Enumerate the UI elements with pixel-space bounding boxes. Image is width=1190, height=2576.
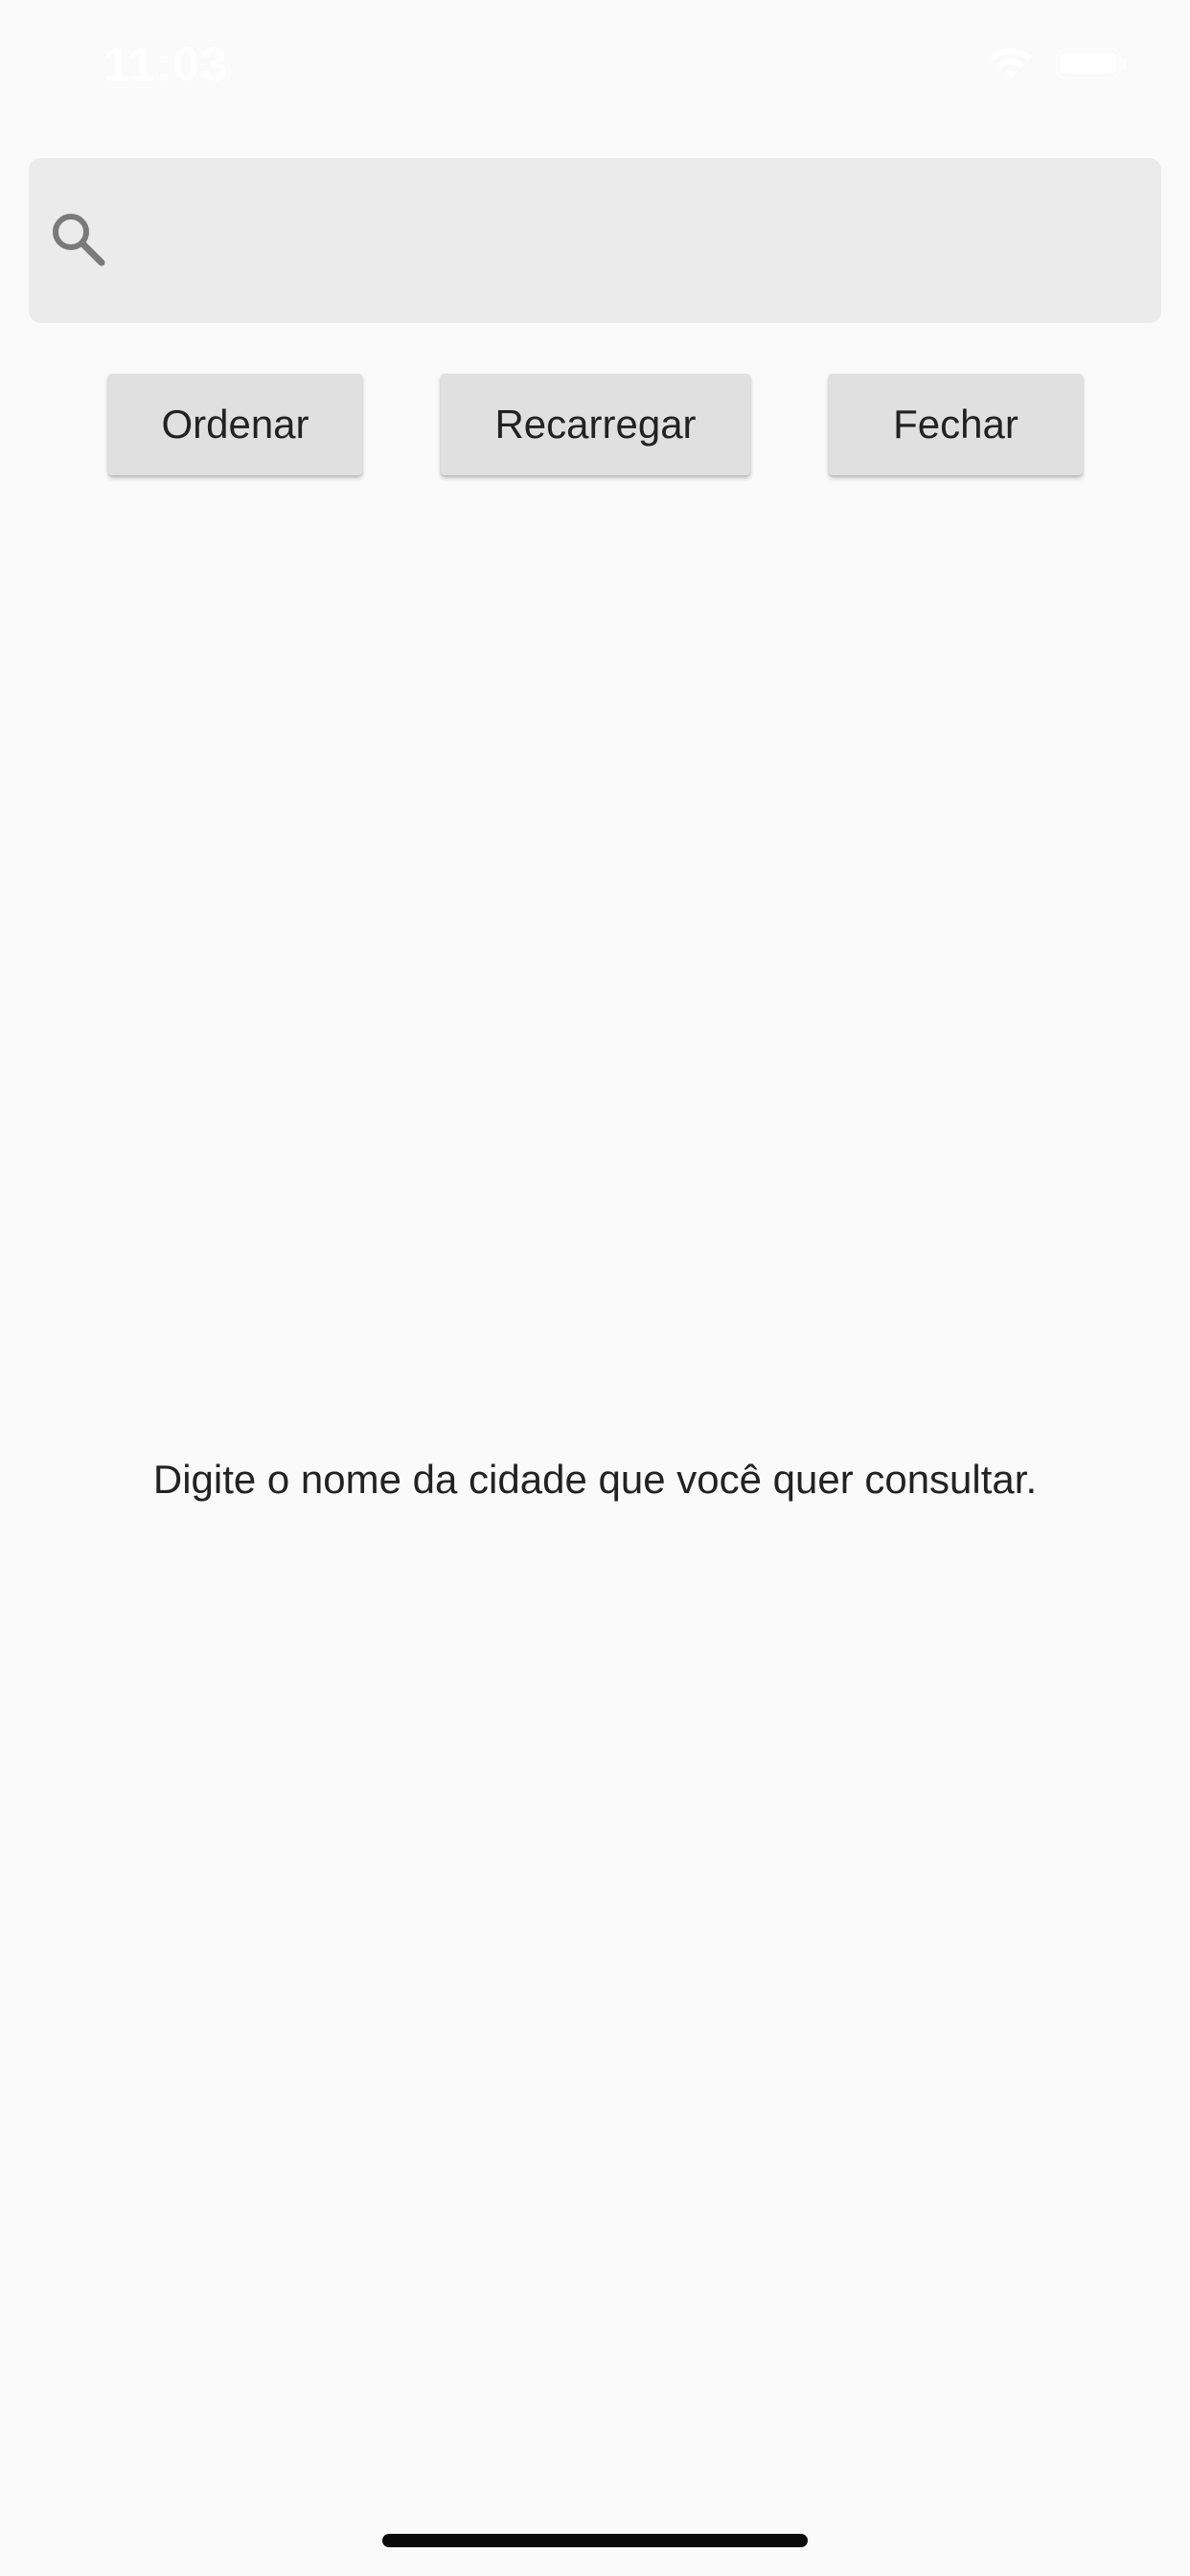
status-time: 11:03	[103, 37, 229, 91]
empty-state-message: Digite o nome da cidade que você quer co…	[152, 1457, 1038, 1502]
wifi-icon	[990, 47, 1032, 79]
search-icon	[53, 214, 105, 266]
close-button[interactable]: Fechar	[829, 374, 1083, 475]
battery-icon	[1056, 48, 1127, 79]
sort-button[interactable]: Ordenar	[108, 374, 362, 475]
status-bar: 11:03	[0, 0, 1190, 126]
home-indicator[interactable]	[382, 2534, 808, 2547]
search-input[interactable]	[125, 182, 1144, 299]
app-screen: 11:03 Ordenar Recarregar Fechar Digite o…	[0, 0, 1190, 2576]
reload-button[interactable]: Recarregar	[441, 374, 750, 475]
